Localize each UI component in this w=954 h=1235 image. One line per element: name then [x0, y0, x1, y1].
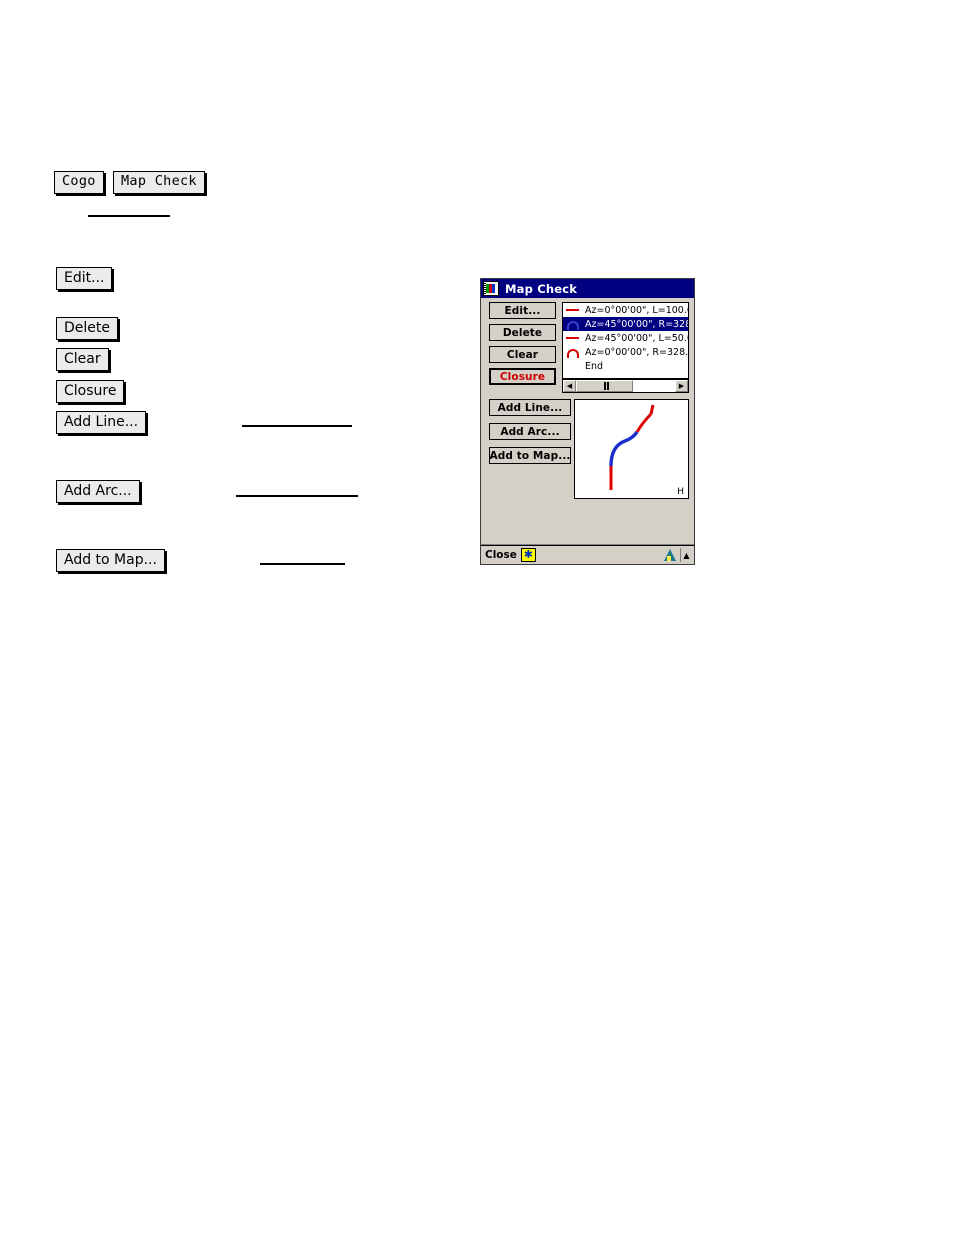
- add-arc-button[interactable]: Add Arc...: [489, 423, 571, 440]
- window-client-area: Edit... Delete Clear Closure Add Line... Add …: [481, 298, 694, 564]
- scrollbar-track[interactable]: [576, 380, 675, 392]
- line-segment-icon: [565, 332, 582, 344]
- course-list-row[interactable]: Az=0°00'00", R=328.0: [563, 345, 688, 359]
- status-up-arrow-icon[interactable]: ▲: [680, 548, 692, 562]
- scroll-right-arrow-icon[interactable]: ▶: [675, 380, 688, 392]
- course-list-row[interactable]: Az=45°00'00", L=50.0: [563, 331, 688, 345]
- doc-side-button-0[interactable]: Edit...: [56, 267, 113, 290]
- window-title: Map Check: [505, 281, 578, 296]
- scrollbar-thumb[interactable]: [576, 380, 633, 392]
- doc-side-button-6[interactable]: Add to Map...: [56, 549, 165, 572]
- course-list-row-label: Az=45°00'00", L=50.0: [585, 332, 688, 344]
- doc-side-button-3[interactable]: Closure: [56, 380, 125, 403]
- blank-icon: [565, 360, 582, 372]
- course-list-row[interactable]: Az=0°00'00", L=100.0: [563, 303, 688, 317]
- add-line-button[interactable]: Add Line...: [489, 399, 571, 416]
- course-list[interactable]: Az=0°00'00", L=100.0 Az=45°00'00", R=328 A…: [562, 302, 689, 379]
- doc-side-button-5[interactable]: Add Arc...: [56, 480, 140, 503]
- course-list-row[interactable]: End: [563, 359, 688, 373]
- course-list-hscrollbar[interactable]: ◀ ▶: [562, 379, 689, 393]
- delete-button[interactable]: Delete: [489, 324, 556, 341]
- doc-top-button-1[interactable]: Map Check: [113, 171, 205, 194]
- traverse-preview-graphic: [609, 404, 655, 490]
- arc-segment-icon: [565, 318, 582, 330]
- close-star-icon[interactable]: [520, 547, 536, 562]
- course-list-row-label: Az=0°00'00", R=328.0: [585, 346, 688, 358]
- closure-button[interactable]: Closure: [489, 368, 556, 385]
- doc-side-button-1[interactable]: Delete: [56, 317, 118, 340]
- close-menu-label[interactable]: Close: [485, 549, 517, 561]
- edit-button[interactable]: Edit...: [489, 302, 556, 319]
- arc-segment-icon: [565, 346, 582, 358]
- course-list-row-label: End: [585, 360, 604, 372]
- map-check-app-icon: [483, 281, 499, 296]
- course-list-row[interactable]: Az=45°00'00", R=328: [563, 317, 688, 331]
- network-signal-icon[interactable]: [663, 548, 677, 562]
- scrollbar-grip-icon: [603, 382, 606, 390]
- course-list-row-label: Az=45°00'00", R=328: [585, 318, 688, 330]
- scroll-left-arrow-icon[interactable]: ◀: [563, 380, 576, 392]
- preview-corner-label: H: [677, 487, 684, 497]
- doc-rule-1: [242, 425, 352, 427]
- doc-rule-3: [260, 563, 345, 565]
- doc-rule-2: [236, 495, 358, 497]
- doc-side-button-2[interactable]: Clear: [56, 348, 109, 371]
- status-bar: Close ▲: [481, 545, 694, 564]
- clear-button[interactable]: Clear: [489, 346, 556, 363]
- traverse-preview[interactable]: H: [574, 399, 689, 499]
- course-list-row-label: Az=0°00'00", L=100.0: [585, 304, 688, 316]
- doc-rule-0: [88, 215, 170, 217]
- window-titlebar: Map Check: [481, 279, 694, 298]
- doc-side-button-4[interactable]: Add Line...: [56, 411, 147, 434]
- doc-top-button-0[interactable]: Cogo: [54, 171, 104, 194]
- line-segment-icon: [565, 304, 582, 316]
- map-check-window: Map Check Edit... Delete Clear Closure Add L…: [480, 278, 695, 565]
- add-to-map-button[interactable]: Add to Map...: [489, 447, 571, 464]
